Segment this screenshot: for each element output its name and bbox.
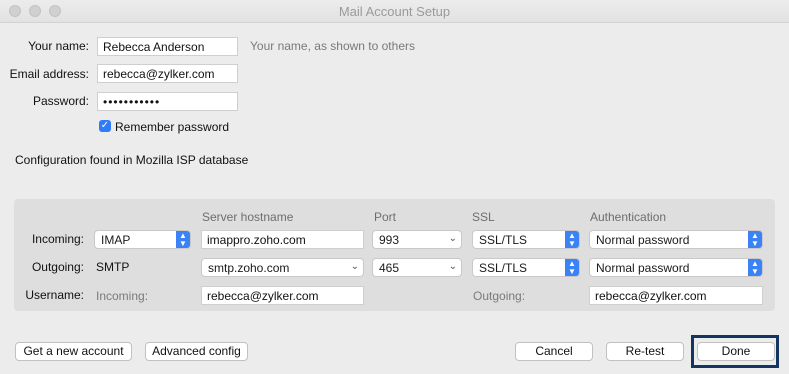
ssl-column-header: SSL [472,210,495,224]
updown-chevron-icon: ▲ ▼ [565,259,579,276]
checkmark-icon: ✓ [100,120,110,131]
remember-password-checkbox[interactable]: ✓ [99,120,111,132]
auth-column-header: Authentication [590,210,667,224]
name-field[interactable]: Rebecca Anderson [97,37,238,56]
incoming-protocol-select[interactable]: IMAP ▲ ▼ [94,230,191,249]
updown-chevron-icon: ▲ ▼ [748,259,762,276]
password-label: Password: [32,94,89,108]
email-field[interactable]: rebecca@zylker.com [97,64,238,83]
outgoing-hostname-value: smtp.zoho.com [208,261,290,275]
username-label: Username: [25,288,84,302]
username-incoming-label: Incoming: [96,289,149,303]
advanced-config-button[interactable]: Advanced config [145,342,248,361]
updown-chevron-icon: ▲ ▼ [565,231,579,248]
chevron-down-icon: ⌄ [350,261,359,272]
outgoing-auth-value: Normal password [596,261,690,275]
incoming-port-combo[interactable]: 993 ⌄ [372,230,462,249]
outgoing-port-value: 465 [379,261,400,275]
email-label: Email address: [9,67,89,81]
port-column-header: Port [374,210,397,224]
outgoing-username-field[interactable]: rebecca@zylker.com [589,286,763,305]
incoming-hostname-field[interactable]: imappro.zoho.com [201,230,364,249]
retest-button[interactable]: Re-test [606,342,684,361]
incoming-label: Incoming: [31,232,84,246]
chevron-down-icon: ⌄ [448,233,457,244]
incoming-ssl-select[interactable]: SSL/TLS ▲ ▼ [472,230,580,249]
config-status-text: Configuration found in Mozilla ISP datab… [15,153,249,167]
remember-password-label: Remember password [115,120,230,134]
incoming-auth-select[interactable]: Normal password ▲ ▼ [589,230,763,249]
password-field[interactable]: ••••••••••• [97,92,238,111]
get-new-account-button[interactable]: Get a new account [15,342,132,361]
name-label: Your name: [28,39,89,53]
outgoing-hostname-combo[interactable]: smtp.zoho.com ⌄ [201,258,364,277]
done-button[interactable]: Done [697,342,775,361]
chevron-down-icon: ⌄ [448,261,457,272]
incoming-username-field[interactable]: rebecca@zylker.com [201,286,364,305]
incoming-ssl-value: SSL/TLS [479,233,528,247]
outgoing-protocol: SMTP [96,260,130,274]
incoming-auth-value: Normal password [596,233,690,247]
window-title: Mail Account Setup [338,4,451,19]
incoming-protocol-value: IMAP [101,233,131,247]
name-hint: Your name, as shown to others [250,39,415,53]
outgoing-auth-select[interactable]: Normal password ▲ ▼ [589,258,763,277]
outgoing-port-combo[interactable]: 465 ⌄ [372,258,462,277]
title-bar: Mail Account Setup [0,0,789,23]
username-outgoing-label: Outgoing: [473,289,526,303]
hostname-column-header: Server hostname [202,210,294,224]
outgoing-label: Outgoing: [31,260,84,274]
outgoing-ssl-value: SSL/TLS [479,261,528,275]
cancel-button[interactable]: Cancel [515,342,593,361]
updown-chevron-icon: ▲ ▼ [748,231,762,248]
incoming-port-value: 993 [379,233,400,247]
updown-chevron-icon: ▲ ▼ [176,231,190,248]
outgoing-ssl-select[interactable]: SSL/TLS ▲ ▼ [472,258,580,277]
